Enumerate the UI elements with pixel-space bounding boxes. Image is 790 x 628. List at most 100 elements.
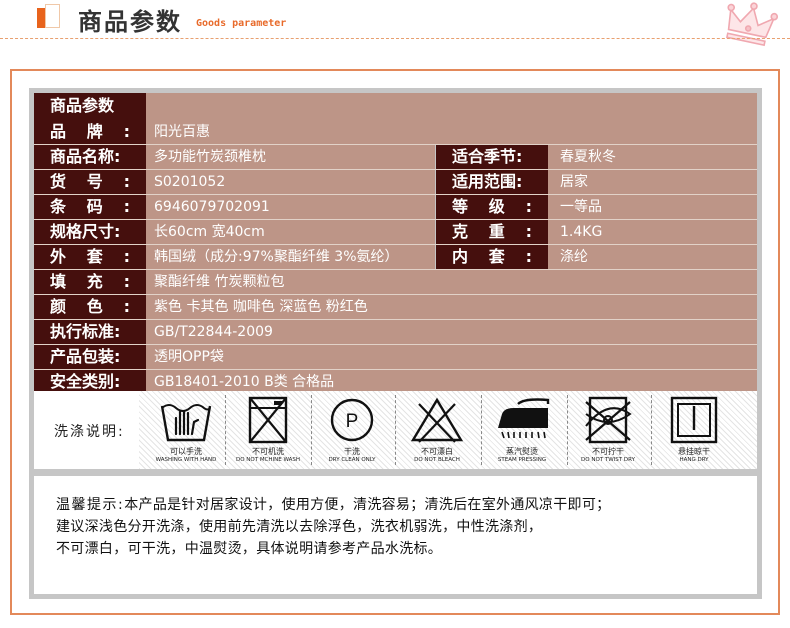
value-standard: GB/T22844-2009 — [146, 320, 757, 344]
product-frame: 商品参数 品牌: 阳光百惠 商品名称: 多功能竹炭颈椎枕 适合季节: 春夏秋冬 … — [10, 69, 780, 615]
caption-cn: 干洗 — [344, 447, 360, 456]
value-package: 透明OPP袋 — [146, 345, 757, 369]
value-barcode: 6946079702091 — [146, 195, 435, 219]
table-row: 货号: S0201052 适用范围: 居家 — [34, 170, 757, 195]
divider — [225, 395, 226, 465]
label-brand: 品牌: — [50, 122, 130, 141]
label-product-name: 商品名称: — [34, 145, 146, 169]
section-title: 商品参数 — [50, 96, 115, 115]
row-label: 外套: — [34, 245, 146, 269]
caption-en: WASHING WITH HAND — [155, 457, 217, 463]
value-grade: 一等品 — [548, 195, 757, 219]
caption-en: STEAM PRESSING — [497, 457, 547, 463]
value-product-name: 多功能竹炭颈椎枕 — [146, 145, 435, 169]
hand-wash-icon — [160, 404, 212, 442]
row-label: 条码: — [34, 195, 146, 219]
label-outer: 外套: — [50, 247, 130, 266]
wash-item-dry-clean: P 干洗 DRY CLEAN ONLY — [317, 391, 387, 469]
caption-cn: 蒸汽熨烫 — [506, 447, 538, 456]
no-bleach-icon — [410, 397, 464, 443]
header-marker-icon — [37, 4, 60, 30]
value-filling: 聚酯纤维 竹炭颗粒包 — [146, 270, 757, 294]
tips-text-1: 本产品是针对居家设计，使用方便，清洗容易；清洗后在室外通风凉干即可； — [124, 497, 611, 513]
tips-label: 温馨提示: — [56, 497, 125, 513]
label-grade: 等级: — [452, 197, 532, 216]
dry-clean-icon: P — [330, 398, 374, 442]
divider — [395, 395, 396, 465]
label-scope: 适用范围: — [436, 170, 548, 194]
caption-cn: 可以手洗 — [170, 447, 202, 456]
row-label: 货号: — [34, 170, 146, 194]
label-standard: 执行标准: — [34, 320, 146, 344]
value-brand: 阳光百惠 — [146, 93, 757, 144]
wash-icons: 可以手洗 WASHING WITH HAND 不可机洗 DO NOT MCHIN… — [139, 391, 757, 469]
wash-section: 洗涤说明: 可以手洗 WASHING WITH HAND 不可机洗 DO NOT… — [34, 391, 757, 469]
caption-en: DO NOT BLEACH — [414, 457, 460, 463]
wash-item-no-bleach: 不可漂白 DO NOT BLEACH — [402, 391, 472, 469]
value-season: 春夏秋冬 — [548, 145, 757, 169]
row-label: 内套: — [436, 245, 548, 269]
hang-dry-icon — [670, 396, 718, 444]
wash-item-steam-iron: 蒸汽熨烫 STEAM PRESSING — [487, 391, 557, 469]
divider — [567, 395, 568, 465]
caption-en: DO NOT MCHINE WASH — [235, 457, 301, 463]
table-row: 外套: 韩国绒（成分:97%聚酯纤维 3%氨纶） 内套: 涤纶 — [34, 245, 757, 270]
table-row: 产品包装: 透明OPP袋 — [34, 345, 757, 370]
dry-clean-symbol: P — [346, 411, 359, 432]
divider — [481, 395, 482, 465]
label-inner: 内套: — [452, 247, 532, 266]
tips-text-3: 不可漂白，可干洗，中温熨烫，具体说明请参考产品水洗标。 — [56, 541, 443, 557]
value-item-no: S0201052 — [146, 170, 435, 194]
divider — [311, 395, 312, 465]
value-size: 长60cm 宽40cm — [146, 220, 435, 244]
caption-cn: 不可机洗 — [252, 447, 284, 456]
caption-en: DO NOT TWIST DRY — [581, 457, 635, 463]
divider — [651, 395, 652, 465]
product-panel: 商品参数 品牌: 阳光百惠 商品名称: 多功能竹炭颈椎枕 适合季节: 春夏秋冬 … — [29, 88, 762, 599]
parameter-table: 商品参数 品牌: 阳光百惠 商品名称: 多功能竹炭颈椎枕 适合季节: 春夏秋冬 … — [34, 93, 757, 395]
label-filling: 填充: — [50, 272, 130, 291]
caption-en: HANG DRY — [679, 457, 709, 463]
table-row: 填充: 聚酯纤维 竹炭颗粒包 — [34, 270, 757, 295]
row-label: 颜色: — [34, 295, 146, 319]
table-row: 商品名称: 多功能竹炭颈椎枕 适合季节: 春夏秋冬 — [34, 145, 757, 170]
table-row: 规格尺寸: 长60cm 宽40cm 克重: 1.4KG — [34, 220, 757, 245]
steam-iron-icon — [498, 398, 550, 439]
crown-icon — [725, 2, 779, 47]
caption-cn: 悬挂晾干 — [678, 447, 710, 456]
no-wring-icon — [585, 396, 632, 444]
value-color: 紫色 卡其色 咖啡色 深蓝色 粉红色 — [146, 295, 757, 319]
header-divider — [0, 38, 790, 39]
page-subtitle: Goods parameter — [196, 18, 287, 29]
page-header: 商品参数 Goods parameter — [0, 0, 790, 47]
value-scope: 居家 — [548, 170, 757, 194]
caption-en: DRY CLEAN ONLY — [328, 457, 376, 463]
value-inner: 涤纶 — [548, 245, 757, 269]
label-item-no: 货号: — [50, 172, 130, 191]
table-row: 执行标准: GB/T22844-2009 — [34, 320, 757, 345]
label-package: 产品包装: — [34, 345, 146, 369]
label-barcode: 条码: — [50, 197, 130, 216]
label-color: 颜色: — [50, 297, 130, 316]
caption-cn: 不可漂白 — [421, 447, 453, 456]
value-weight: 1.4KG — [548, 220, 757, 244]
table-row: 商品参数 品牌: 阳光百惠 — [34, 93, 757, 145]
tips-line: 温馨提示:本产品是针对居家设计，使用方便，清洗容易；清洗后在室外通风凉干即可； — [56, 494, 747, 516]
no-machine-wash-icon — [248, 396, 288, 444]
caption-cn: 不可拧干 — [592, 447, 624, 456]
wash-item-hang-dry: 悬挂晾干 HANG DRY — [659, 391, 729, 469]
wash-label: 洗涤说明: — [54, 424, 125, 440]
label-size: 规格尺寸: — [34, 220, 146, 244]
table-row: 条码: 6946079702091 等级: 一等品 — [34, 195, 757, 220]
row-label: 克重: — [436, 220, 548, 244]
wash-item-no-machine-wash: 不可机洗 DO NOT MCHINE WASH — [233, 391, 303, 469]
tips-section: 温馨提示:本产品是针对居家设计，使用方便，清洗容易；清洗后在室外通风凉干即可； … — [34, 476, 757, 594]
tips-text-2: 建议深浅色分开洗涤，使用前先清洗以去除浮色，洗衣机弱洗，中性洗涤剂， — [56, 519, 543, 535]
table-row: 颜色: 紫色 卡其色 咖啡色 深蓝色 粉红色 — [34, 295, 757, 320]
value-outer: 韩国绒（成分:97%聚酯纤维 3%氨纶） — [146, 245, 435, 269]
row-label: 商品参数 品牌: — [34, 93, 146, 144]
wash-item-no-wring: 不可拧干 DO NOT TWIST DRY — [573, 391, 643, 469]
wash-item-hand-wash: 可以手洗 WASHING WITH HAND — [151, 391, 221, 469]
page-title: 商品参数 — [78, 8, 182, 36]
label-season: 适合季节: — [436, 145, 548, 169]
